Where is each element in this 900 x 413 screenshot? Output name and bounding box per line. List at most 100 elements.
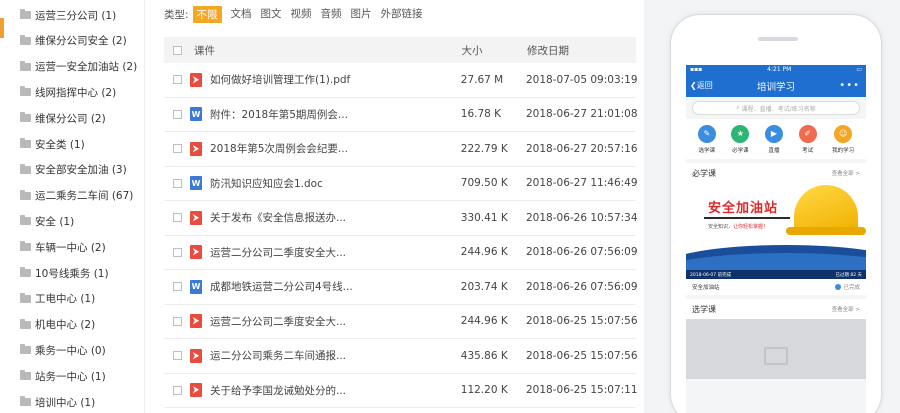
file-size: 222.79 K bbox=[460, 142, 508, 155]
table-row[interactable]: ⮞ 关于给予李国龙诫勉处分的... 112.20 K 2018-06-25 15:07… bbox=[164, 374, 638, 408]
expired-text: 已过期 82 天 bbox=[835, 272, 862, 278]
file-name-link[interactable]: 成都地铁运营二分公司4号线... bbox=[210, 279, 353, 294]
sidebar-folder-item[interactable]: 安全 (1) bbox=[20, 211, 74, 231]
file-name-link[interactable]: 2018年第5次周例会会纪要... bbox=[210, 141, 348, 156]
active-folder-marker bbox=[0, 18, 4, 38]
row-checkbox[interactable] bbox=[173, 316, 182, 326]
folder-label: 线网指挥中心 (2) bbox=[35, 86, 117, 99]
word-file-icon: W bbox=[190, 107, 202, 122]
book-icon: ✎ bbox=[697, 124, 716, 143]
sidebar-folder-item[interactable]: 运营一安全加油站 (2) bbox=[20, 57, 137, 77]
column-header-name[interactable]: 课件 bbox=[194, 43, 215, 58]
star-icon: ★ bbox=[731, 124, 750, 143]
sidebar-folder-item[interactable]: 站务一中心 (1) bbox=[20, 366, 106, 386]
folder-icon bbox=[20, 60, 31, 71]
table-header: 课件 大小 修改日期 bbox=[164, 37, 636, 63]
filter-option[interactable]: 音频 bbox=[321, 6, 342, 23]
table-row[interactable]: ⮞ 运二分公司乘务二车间通报... 435.86 K 2018-06-25 15:07… bbox=[164, 339, 638, 374]
file-name-link[interactable]: 附件：2018年第5期周例会... bbox=[210, 107, 348, 122]
shortcut-item[interactable]: ✎ 选学课 bbox=[697, 124, 716, 154]
filter-option[interactable]: 图文 bbox=[261, 6, 282, 23]
sidebar-folder-item[interactable]: 维保分公司安全 (2) bbox=[20, 31, 127, 51]
file-name-link[interactable]: 防汛知识应知应会1.doc bbox=[210, 176, 323, 191]
filter-option[interactable]: 视频 bbox=[291, 6, 312, 23]
file-name-link[interactable]: 运营二分公司二季度安全大... bbox=[210, 245, 346, 260]
file-name-link[interactable]: 如何做好培训管理工作(1).pdf bbox=[210, 72, 350, 87]
sidebar-folder-item[interactable]: 运二乘务二车间 (67) bbox=[20, 186, 133, 206]
courseware-table: 课件 大小 修改日期 ⮞ 如何做好培训管理工作(1).pdf 27.67 M 2018… bbox=[164, 37, 638, 408]
sidebar-folder-item[interactable]: 机电中心 (2) bbox=[20, 315, 95, 335]
table-row[interactable]: ⮞ 如何做好培训管理工作(1).pdf 27.67 M 2018-07-05 09:0… bbox=[164, 63, 638, 98]
phone-search-input[interactable]: ⌕ 课程、直播、考试/练习名称 bbox=[692, 101, 860, 115]
course-banner[interactable]: 安全加油站 安全知识，让你轻松掌握！ 2018-06-07 前完成 已过期 82… bbox=[686, 183, 866, 279]
shortcut-item[interactable]: ✐ 考试 bbox=[798, 124, 817, 154]
filter-option[interactable]: 文档 bbox=[231, 6, 252, 23]
row-checkbox[interactable] bbox=[173, 178, 182, 188]
sidebar-folder-item[interactable]: 工电中心 (1) bbox=[20, 289, 95, 309]
pdf-file-icon: ⮞ bbox=[190, 210, 202, 225]
helmet-icon bbox=[794, 185, 858, 231]
sidebar-folder-item[interactable]: 安全部安全加油 (3) bbox=[20, 160, 127, 180]
elective-course-thumbnail[interactable] bbox=[686, 319, 866, 379]
row-checkbox[interactable] bbox=[173, 282, 182, 292]
filter-option[interactable]: 图片 bbox=[351, 6, 372, 23]
course-status-label: 已完成 bbox=[843, 285, 860, 291]
column-header-size[interactable]: 大小 bbox=[462, 43, 527, 58]
row-checkbox[interactable] bbox=[173, 144, 182, 154]
folder-sidebar: 运营三分公司 (1) 维保分公司安全 (2) 运营一安全加油站 (2) 线网指挥中心 … bbox=[0, 0, 146, 413]
shortcut-item[interactable]: ▶ 直播 bbox=[764, 124, 783, 154]
sidebar-folder-item[interactable]: 培训中心 (1) bbox=[20, 392, 95, 412]
sidebar-folder-item[interactable]: 运营三分公司 (1) bbox=[20, 5, 116, 25]
table-row[interactable]: ⮞ 运营二分公司二季度安全大... 244.96 K 2018-06-26 07:56… bbox=[164, 236, 638, 270]
pdf-file-icon: ⮞ bbox=[190, 245, 202, 260]
row-checkbox[interactable] bbox=[173, 75, 182, 85]
filter-option[interactable]: 不限 bbox=[192, 5, 222, 23]
file-name-link[interactable]: 运二分公司乘务二车间通报... bbox=[210, 348, 346, 363]
pdf-file-icon: ⮞ bbox=[190, 383, 202, 398]
table-row[interactable]: W 防汛知识应知应会1.doc 709.50 K 2018-06-27 11:46:4… bbox=[164, 167, 638, 201]
folder-label: 10号线乘务 (1) bbox=[35, 267, 109, 280]
banner-subtitle-highlight: 让你轻松掌握！ bbox=[733, 224, 769, 230]
file-size: 112.20 K bbox=[460, 384, 508, 397]
sidebar-folder-item[interactable]: 安全类 (1) bbox=[20, 134, 85, 154]
more-menu-button[interactable]: ••• bbox=[839, 80, 860, 91]
select-all-checkbox[interactable] bbox=[173, 45, 182, 55]
file-name-link[interactable]: 关于发布《安全信息报送办... bbox=[210, 210, 346, 225]
table-row[interactable]: W 附件：2018年第5期周例会... 16.78 K 2018-06-27 21:0… bbox=[164, 98, 638, 132]
sidebar-divider bbox=[144, 0, 145, 413]
sidebar-folder-item[interactable]: 10号线乘务 (1) bbox=[20, 263, 109, 283]
required-view-all-link[interactable]: 查看全部 > bbox=[832, 169, 860, 177]
folder-label: 安全类 (1) bbox=[35, 138, 85, 151]
sidebar-folder-item[interactable]: 维保分公司 (2) bbox=[20, 108, 106, 128]
table-row[interactable]: ⮞ 2018年第5次周例会会纪要... 222.79 K 2018-06-27 20:… bbox=[164, 132, 638, 167]
row-checkbox[interactable] bbox=[173, 385, 182, 395]
shortcut-label: 考试 bbox=[802, 147, 814, 154]
sidebar-folder-item[interactable]: 车辆一中心 (2) bbox=[20, 237, 106, 257]
row-checkbox[interactable] bbox=[173, 247, 182, 257]
table-row[interactable]: ⮞ 关于发布《安全信息报送办... 330.41 K 2018-06-26 10:57… bbox=[164, 201, 638, 236]
column-header-date[interactable]: 修改日期 bbox=[527, 43, 636, 58]
file-name-link[interactable]: 关于给予李国龙诫勉处分的... bbox=[210, 383, 346, 398]
pdf-file-icon: ⮞ bbox=[190, 141, 202, 156]
play-icon: ▶ bbox=[764, 124, 783, 143]
back-button[interactable]: ❮ 返回 bbox=[690, 80, 713, 91]
course-item[interactable]: 安全加油站 已完成 bbox=[686, 279, 866, 295]
folder-icon bbox=[20, 163, 31, 174]
row-checkbox[interactable] bbox=[173, 109, 182, 119]
row-checkbox[interactable] bbox=[173, 213, 182, 223]
shortcut-item[interactable]: ★ 必学课 bbox=[731, 124, 750, 154]
phone-preview: ▪▪▪ 4:21 PM ▭ ❮ 返回 培训学习 ••• ⌕ 课程、直播、考试/练… bbox=[670, 14, 882, 413]
folder-icon bbox=[20, 215, 31, 226]
sidebar-folder-item[interactable]: 线网指挥中心 (2) bbox=[20, 82, 116, 102]
folder-label: 安全部安全加油 (3) bbox=[35, 164, 127, 177]
table-row[interactable]: ⮞ 运营二分公司二季度安全大... 244.96 K 2018-06-25 15:07… bbox=[164, 305, 638, 339]
shortcut-item[interactable]: ☺ 我的学习 bbox=[832, 124, 854, 154]
elective-view-all-link[interactable]: 查看全部 > bbox=[832, 305, 860, 313]
row-checkbox[interactable] bbox=[173, 351, 182, 361]
file-name-link[interactable]: 运营二分公司二季度安全大... bbox=[210, 314, 346, 329]
filter-option[interactable]: 外部链接 bbox=[381, 6, 423, 23]
sidebar-folder-item[interactable]: 乘务一中心 (0) bbox=[20, 340, 106, 360]
table-row[interactable]: W 成都地铁运营二分公司4号线... 203.74 K 2018-06-26 07:5… bbox=[164, 270, 638, 305]
phone-nav-bar: ❮ 返回 培训学习 ••• bbox=[686, 74, 866, 97]
banner-subtitle: 安全知识，让你轻松掌握！ bbox=[708, 223, 768, 230]
